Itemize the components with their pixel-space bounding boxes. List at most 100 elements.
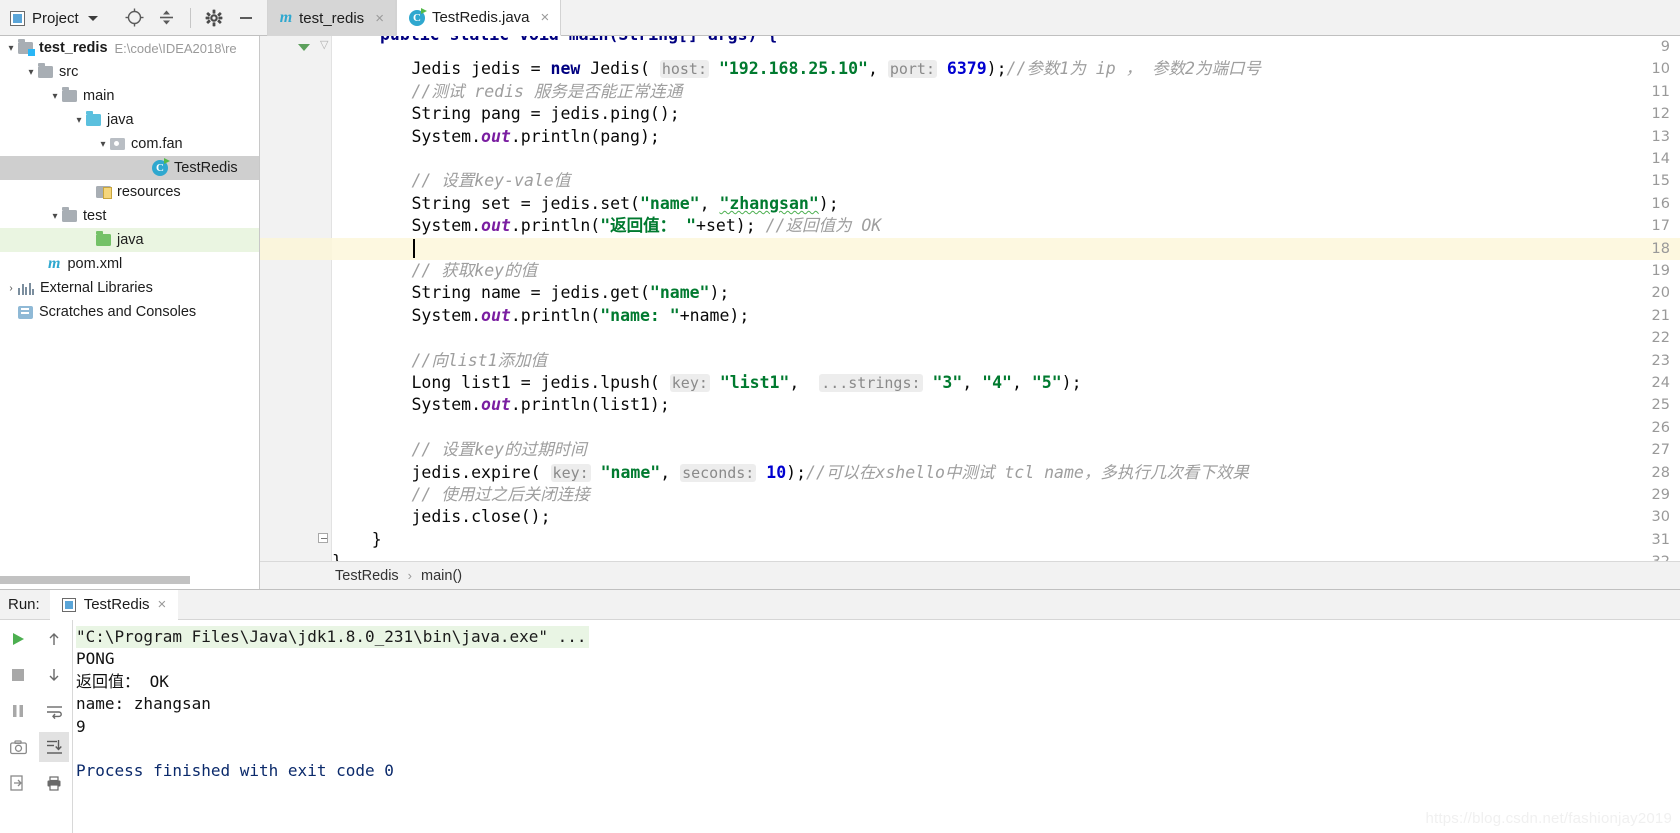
package-icon [110, 138, 125, 150]
stop-icon[interactable] [3, 660, 33, 690]
run-toolbar [0, 620, 72, 833]
code-line-25: System.out.println(list1); [332, 394, 1680, 416]
tree-item-main[interactable]: ▾ main [0, 84, 259, 108]
code-line-20: String name = jedis.get("name"); [332, 282, 1680, 304]
run-configuration-icon [61, 597, 76, 612]
code-line-28: jedis.expire( key: "name", seconds: 10);… [332, 462, 1680, 484]
resources-folder-icon [96, 186, 112, 199]
chevron-down-icon[interactable]: ▾ [4, 43, 18, 54]
code-text: +set); [696, 216, 766, 236]
project-panel-icon [10, 10, 25, 26]
tree-item-com-fan[interactable]: ▾ com.fan [0, 132, 259, 156]
locate-icon[interactable] [120, 3, 150, 33]
code-line-31: } [332, 529, 382, 549]
left-panel-footer [0, 561, 260, 589]
tab-testredis-java[interactable]: C TestRedis.java × [395, 0, 562, 36]
tree-item-label: main [83, 88, 115, 104]
fold-chevron-icon[interactable]: ▽ [320, 38, 328, 51]
project-view-button[interactable]: Project [0, 0, 108, 36]
code-text-area[interactable]: public static void main(String[] args) {… [332, 36, 1680, 561]
soft-wrap-icon[interactable] [39, 696, 69, 726]
collapse-all-icon[interactable] [152, 3, 182, 33]
java-class-icon: C [408, 7, 427, 26]
breadcrumb[interactable]: TestRedis › main() [260, 561, 1680, 589]
console-line: 9 [76, 716, 86, 736]
tree-item-test-redis[interactable]: ▾ test_redis E:\code\IDEA2018\re [0, 36, 259, 60]
tab-test-redis[interactable]: m test_redis × [266, 0, 396, 36]
tree-item-pom-xml[interactable]: m pom.xml [0, 252, 259, 276]
chevron-down-icon[interactable]: ▾ [24, 67, 38, 78]
run-icon[interactable] [3, 624, 33, 654]
code-line-17: System.out.println("返回值： "+set); //返回值为 … [332, 215, 1680, 237]
code-text: System. [332, 216, 482, 236]
tree-item-label: src [59, 64, 79, 80]
chevron-down-icon[interactable]: ▾ [72, 115, 86, 126]
rerun-icon[interactable] [3, 768, 33, 798]
pause-icon[interactable] [3, 696, 33, 726]
console-line: name: zhangsan [76, 694, 211, 714]
code-comment: //可以在xshello中测试 tcl name，多执行几次看下效果 [806, 462, 1249, 482]
console-line: 返回值： OK [76, 671, 169, 691]
code-text: String name = jedis.get( [332, 283, 650, 303]
tree-item-java-test[interactable]: java [0, 228, 259, 252]
code-editor[interactable]: ▽ 9 10 11 12 13 14 15 16 17 18 19 20 21 … [260, 36, 1680, 561]
close-icon[interactable]: × [375, 10, 384, 27]
close-icon[interactable]: × [541, 9, 550, 26]
up-arrow-icon[interactable] [39, 624, 69, 654]
breadcrumb-class[interactable]: TestRedis [335, 568, 399, 584]
project-tree[interactable]: ▾ test_redis E:\code\IDEA2018\re ▾ src ▾… [0, 36, 260, 576]
horizontal-scrollbar[interactable] [0, 576, 190, 584]
code-line-10: Jedis jedis = new Jedis( host: "192.168.… [332, 58, 1680, 80]
code-string: "name" [649, 283, 710, 303]
camera-icon[interactable] [3, 732, 33, 762]
minimize-icon[interactable] [231, 3, 261, 33]
tree-item-external-libraries[interactable]: › External Libraries [0, 276, 259, 300]
chevron-down-icon[interactable]: ▾ [48, 91, 62, 102]
code-text: System. [332, 395, 482, 415]
console-line-command: "C:\Program Files\Java\jdk1.8.0_231\bin\… [76, 626, 589, 649]
close-icon[interactable]: × [158, 596, 167, 613]
tree-item-test[interactable]: ▾ test [0, 204, 259, 228]
code-text: String set = jedis.set( [332, 193, 640, 213]
run-gutter-icon[interactable] [298, 44, 310, 51]
code-string: "list1" [719, 373, 790, 392]
print-icon[interactable] [39, 768, 69, 798]
run-tool-window-header: Run: TestRedis × [0, 589, 1680, 620]
code-text: +name); [679, 305, 750, 325]
chevron-down-icon[interactable] [87, 15, 98, 21]
breadcrumb-method[interactable]: main() [421, 568, 462, 584]
toolbar-icon-group [108, 0, 261, 35]
param-hint-host: host: [659, 60, 709, 79]
code-text: Jedis( [580, 59, 660, 79]
tree-item-path: E:\code\IDEA2018\re [114, 40, 237, 56]
tree-item-java-main[interactable]: ▾ java [0, 108, 259, 132]
chevron-down-icon[interactable]: ▾ [48, 211, 62, 222]
tree-item-scratches[interactable]: Scratches and Consoles [0, 300, 259, 324]
down-arrow-icon[interactable] [39, 660, 69, 690]
tree-item-label: java [107, 112, 134, 128]
code-field-out: out [481, 305, 511, 325]
scratches-icon [18, 305, 33, 319]
chevron-right-icon[interactable]: › [4, 283, 18, 294]
code-text: , [1011, 373, 1032, 392]
console-output[interactable]: "C:\Program Files\Java\jdk1.8.0_231\bin\… [76, 620, 1680, 833]
code-text: , [867, 59, 888, 79]
code-text: .println(pang); [510, 126, 660, 146]
fold-collapse-icon[interactable] [318, 533, 328, 543]
editor-gutter[interactable] [260, 36, 332, 561]
settings-gear-icon[interactable] [199, 3, 229, 33]
code-text: Jedis jedis = [332, 59, 551, 79]
tab-label: TestRedis.java [431, 9, 530, 26]
chevron-down-icon[interactable]: ▾ [96, 139, 110, 150]
scroll-to-end-icon[interactable] [39, 732, 69, 762]
tree-item-src[interactable]: ▾ src [0, 60, 259, 84]
tree-item-resources[interactable]: resources [0, 180, 259, 204]
code-line-11: //测试 redis 服务是否能正常连通 [332, 81, 683, 101]
run-tab-label: TestRedis [83, 596, 150, 613]
run-tab-testredis[interactable]: TestRedis × [49, 589, 179, 620]
code-line-23: //向list1添加值 [332, 350, 548, 370]
tree-item-testredis[interactable]: C TestRedis [0, 156, 259, 180]
